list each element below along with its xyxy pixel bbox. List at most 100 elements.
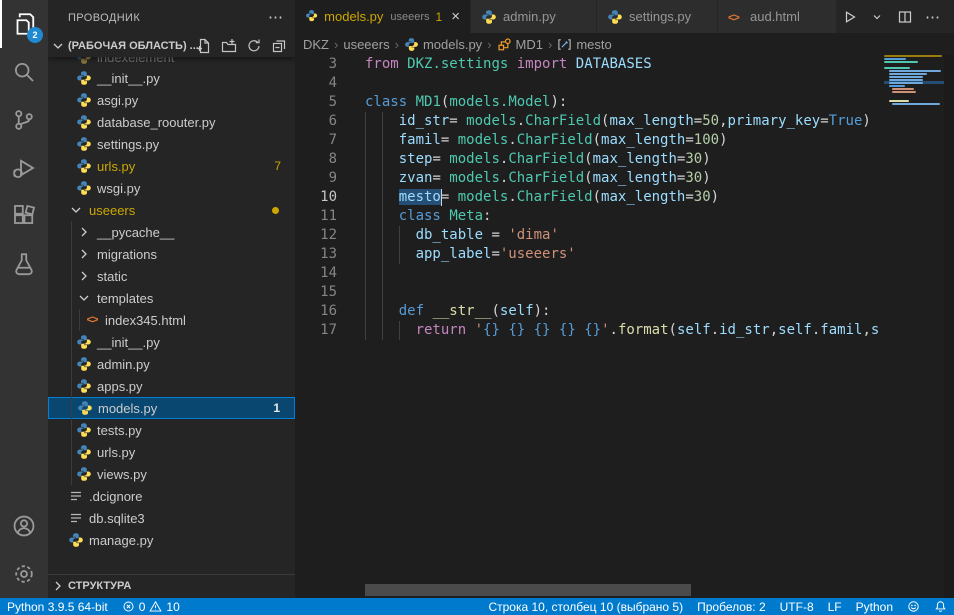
code-line-13[interactable]: 13 app_label='useeers' <box>295 245 954 264</box>
code-token: max_length <box>601 189 685 205</box>
tree-item-tests-py[interactable]: tests.py <box>48 419 295 441</box>
breadcrumb-item-md1[interactable]: MD1 <box>497 37 543 52</box>
python-file-icon <box>76 334 92 350</box>
new-file-button[interactable] <box>196 38 212 54</box>
breadcrumb-item-models-py[interactable]: models.py <box>404 37 482 52</box>
breadcrumb-label: mesto <box>576 37 611 52</box>
outline-section-header[interactable]: СТРУКТУРА <box>48 574 295 597</box>
code-line-7[interactable]: 7 famil= models.CharField(max_length=100… <box>295 131 954 150</box>
tree-item-wsgi-py[interactable]: wsgi.py <box>48 177 295 199</box>
breadcrumb-item-useeers[interactable]: useeers <box>343 37 389 52</box>
run-dropdown-button[interactable] <box>869 9 885 25</box>
account-icon <box>12 514 36 538</box>
breadcrumb-item-mesto[interactable]: mesto <box>557 37 611 52</box>
code-line-10[interactable]: 10 mesto= models.CharField(max_length=30… <box>295 188 954 207</box>
more-actions-icon[interactable]: ⋯ <box>268 8 283 26</box>
tree-item-templates[interactable]: templates <box>48 287 295 309</box>
tree-item-index345-html[interactable]: <>index345.html <box>48 309 295 331</box>
activity-manage[interactable] <box>0 550 48 598</box>
activity-extensions[interactable] <box>0 192 48 240</box>
tab-settings-py[interactable]: settings.py <box>597 0 718 33</box>
status-cursor-position[interactable]: Строка 10, столбец 10 (выбрано 5) <box>481 598 690 615</box>
activity-source-control[interactable] <box>0 96 48 144</box>
status-label: Python <box>856 600 893 614</box>
code-token <box>365 246 416 262</box>
activity-accounts[interactable] <box>0 502 48 550</box>
python-file-icon <box>76 158 92 174</box>
tree-item-manage-py[interactable]: manage.py <box>48 529 295 551</box>
activity-run-and-debug[interactable] <box>0 144 48 192</box>
status-language-mode[interactable]: Python <box>849 598 900 615</box>
tree-item-models-py[interactable]: models.py1 <box>48 397 295 419</box>
tree-item-static[interactable]: static <box>48 265 295 287</box>
tree-item-urls-py[interactable]: urls.py7 <box>48 155 295 177</box>
tree-item--dcignore[interactable]: .dcignore <box>48 485 295 507</box>
code-line-12[interactable]: 12 db_table = 'dima' <box>295 226 954 245</box>
close-icon[interactable]: × <box>451 9 460 24</box>
code-line-11[interactable]: 11 class Meta: <box>295 207 954 226</box>
code-line-17[interactable]: 17 return '{} {} {} {} {}'.format(self.i… <box>295 321 954 340</box>
error-count: 0 <box>139 600 146 614</box>
tree-item-admin-py[interactable]: admin.py <box>48 353 295 375</box>
code-token: Meta <box>449 208 483 224</box>
status-notifications[interactable] <box>927 598 954 615</box>
activity-search[interactable] <box>0 48 48 96</box>
tree-item-db-sqlite3[interactable]: db.sqlite3 <box>48 507 295 529</box>
code-token: famil <box>820 322 862 338</box>
python-file-icon <box>76 70 92 86</box>
activity-testing[interactable] <box>0 240 48 288</box>
tree-item-settings-py[interactable]: settings.py <box>48 133 295 155</box>
tab-label: admin.py <box>503 9 556 24</box>
code-token: max_length <box>609 113 693 129</box>
breadcrumb-item-dkz[interactable]: DKZ <box>303 37 329 52</box>
status-indentation[interactable]: Пробелов: 2 <box>690 598 773 615</box>
tree-item-apps-py[interactable]: apps.py <box>48 375 295 397</box>
tree-item-label: index345.html <box>105 313 186 328</box>
code-editor[interactable]: 3from DKZ.settings import DATABASES45cla… <box>295 55 954 598</box>
vertical-scrollbar[interactable] <box>944 55 954 598</box>
more-actions-button[interactable]: ⋯ <box>925 8 941 26</box>
code-line-5[interactable]: 5class MD1(models.Model): <box>295 93 954 112</box>
run-python-file-button[interactable] <box>841 9 857 25</box>
tree-item-views-py[interactable]: views.py <box>48 463 295 485</box>
activity-explorer[interactable]: 2 <box>0 0 48 48</box>
status-encoding[interactable]: UTF-8 <box>773 598 821 615</box>
code-line-text: app_label='useeers' <box>337 245 954 264</box>
code-line-15[interactable]: 15 <box>295 283 954 302</box>
tab-aud-html[interactable]: <>aud.html <box>718 0 837 33</box>
tree-item-asgi-py[interactable]: asgi.py <box>48 89 295 111</box>
indent-guide <box>365 188 366 207</box>
minimap[interactable] <box>884 55 944 175</box>
tab-models-py[interactable]: models.pyuseeers1× <box>295 0 471 33</box>
tab-admin-py[interactable]: admin.py <box>471 0 597 33</box>
tree-item-database-roouter-py[interactable]: database_roouter.py <box>48 111 295 133</box>
code-line-16[interactable]: 16 def __str__(self): <box>295 302 954 321</box>
code-line-14[interactable]: 14 <box>295 264 954 283</box>
status-problems[interactable]: 010 <box>115 598 187 615</box>
indent-guide <box>365 321 366 340</box>
tree-item-urls-py[interactable]: urls.py <box>48 441 295 463</box>
status-python-version[interactable]: Python 3.9.5 64-bit <box>0 598 115 615</box>
code-line-6[interactable]: 6 id_str= models.CharField(max_length=50… <box>295 112 954 131</box>
collapse-folders-button[interactable] <box>271 38 287 54</box>
code-line-3[interactable]: 3from DKZ.settings import DATABASES <box>295 55 954 74</box>
code-line-8[interactable]: 8 step= models.CharField(max_length=30) <box>295 150 954 169</box>
tree-item-migrations[interactable]: migrations <box>48 243 295 265</box>
tree-item--init-py[interactable]: __init__.py <box>48 67 295 89</box>
new-folder-button[interactable] <box>221 38 237 54</box>
code-line-4[interactable]: 4 <box>295 74 954 93</box>
sidebar-title-row: ПРОВОДНИК ⋯ <box>48 0 295 35</box>
workspace-section-header[interactable]: (РАБОЧАЯ ОБЛАСТЬ) ... <box>48 35 295 57</box>
code-token: __str__ <box>432 303 491 319</box>
status-eol[interactable]: LF <box>821 598 849 615</box>
tree-item-useeers[interactable]: useeers <box>48 199 295 221</box>
split-editor-button[interactable] <box>897 9 913 25</box>
code-token: : <box>483 208 491 224</box>
code-line-9[interactable]: 9 zvan= models.CharField(max_length=30) <box>295 169 954 188</box>
tree-item--pycache-[interactable]: __pycache__ <box>48 221 295 243</box>
tree-item--init-py[interactable]: __init__.py <box>48 331 295 353</box>
refresh-explorer-button[interactable] <box>246 38 262 54</box>
horizontal-scrollbar[interactable] <box>365 584 691 596</box>
workspace-label: (РАБОЧАЯ ОБЛАСТЬ) ... <box>68 40 198 52</box>
status-feedback[interactable] <box>900 598 927 615</box>
